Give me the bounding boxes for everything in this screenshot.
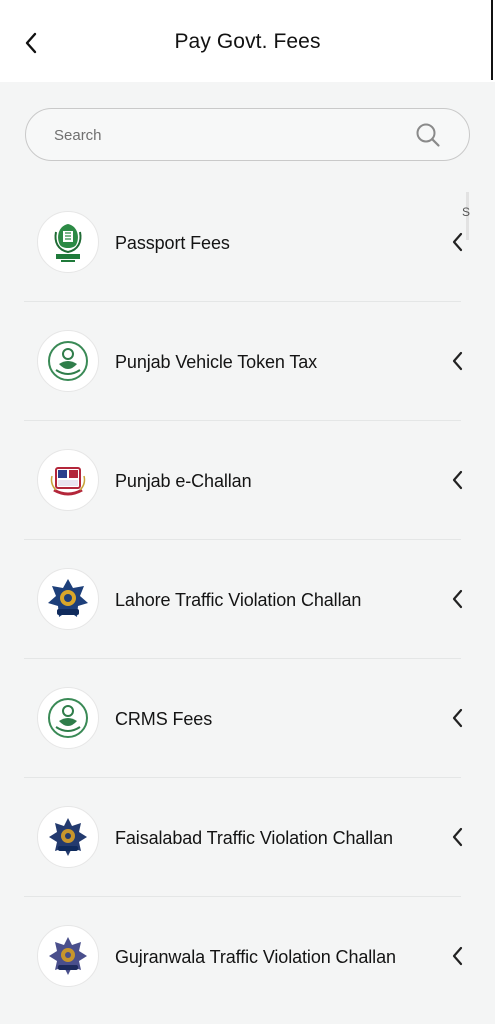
chevron-left-icon[interactable] — [448, 349, 468, 373]
search-icon[interactable] — [415, 122, 441, 148]
list-item-lahore-traffic-violation-challan[interactable]: Lahore Traffic Violation Challan — [0, 540, 495, 659]
list-item-crms-fees[interactable]: CRMS Fees — [0, 659, 495, 778]
safe-city-emblem-icon — [50, 467, 86, 496]
search-bar[interactable] — [25, 108, 470, 161]
nadra-logo — [37, 211, 99, 273]
traffic-police-badge-icon — [48, 579, 88, 617]
faisalabad-traffic-police-logo — [37, 806, 99, 868]
traffic-police-badge-icon — [49, 818, 87, 856]
item-label: Passport Fees — [115, 233, 230, 253]
item-label: Punjab e-Challan — [115, 471, 252, 491]
chevron-left-icon[interactable] — [448, 706, 468, 730]
list-item-faisalabad-traffic-violation-challan[interactable]: Faisalabad Traffic Violation Challan — [0, 778, 495, 897]
chevron-left-icon[interactable] — [448, 825, 468, 849]
item-label: Gujranwala Traffic Violation Challan — [115, 947, 396, 967]
list-item-gujranwala-traffic-violation-challan[interactable]: Gujranwala Traffic Violation Challan — [0, 897, 495, 1016]
chevron-left-icon[interactable] — [448, 468, 468, 492]
punjab-emblem-icon — [48, 698, 88, 738]
nadra-emblem-icon — [54, 224, 82, 262]
gujranwala-traffic-police-logo — [37, 925, 99, 987]
window-edge — [491, 0, 493, 80]
punjab-emblem-icon — [48, 341, 88, 381]
app-header: Pay Govt. Fees — [0, 0, 495, 82]
lahore-traffic-police-logo — [37, 568, 99, 630]
punjab-govt-logo — [37, 330, 99, 392]
item-label: Faisalabad Traffic Violation Challan — [115, 828, 393, 848]
chevron-left-icon[interactable] — [448, 587, 468, 611]
chevron-left-icon[interactable] — [448, 944, 468, 968]
item-label: CRMS Fees — [115, 709, 213, 729]
item-label: Punjab Vehicle Token Tax — [115, 352, 318, 372]
chevron-left-icon[interactable] — [448, 230, 468, 254]
punjab-govt-logo — [37, 687, 99, 749]
list-item-punjab-vehicle-token-tax[interactable]: Punjab Vehicle Token Tax — [0, 302, 495, 421]
list-item-passport-fees[interactable]: Passport Fees — [0, 183, 495, 302]
item-label: Lahore Traffic Violation Challan — [115, 590, 362, 610]
traffic-police-badge-icon — [49, 937, 87, 975]
search-input[interactable] — [54, 123, 394, 147]
page-title: Pay Govt. Fees — [174, 30, 321, 53]
list-item-punjab-e-challan[interactable]: Punjab e-Challan — [0, 421, 495, 540]
punjab-safe-city-logo — [37, 449, 99, 511]
